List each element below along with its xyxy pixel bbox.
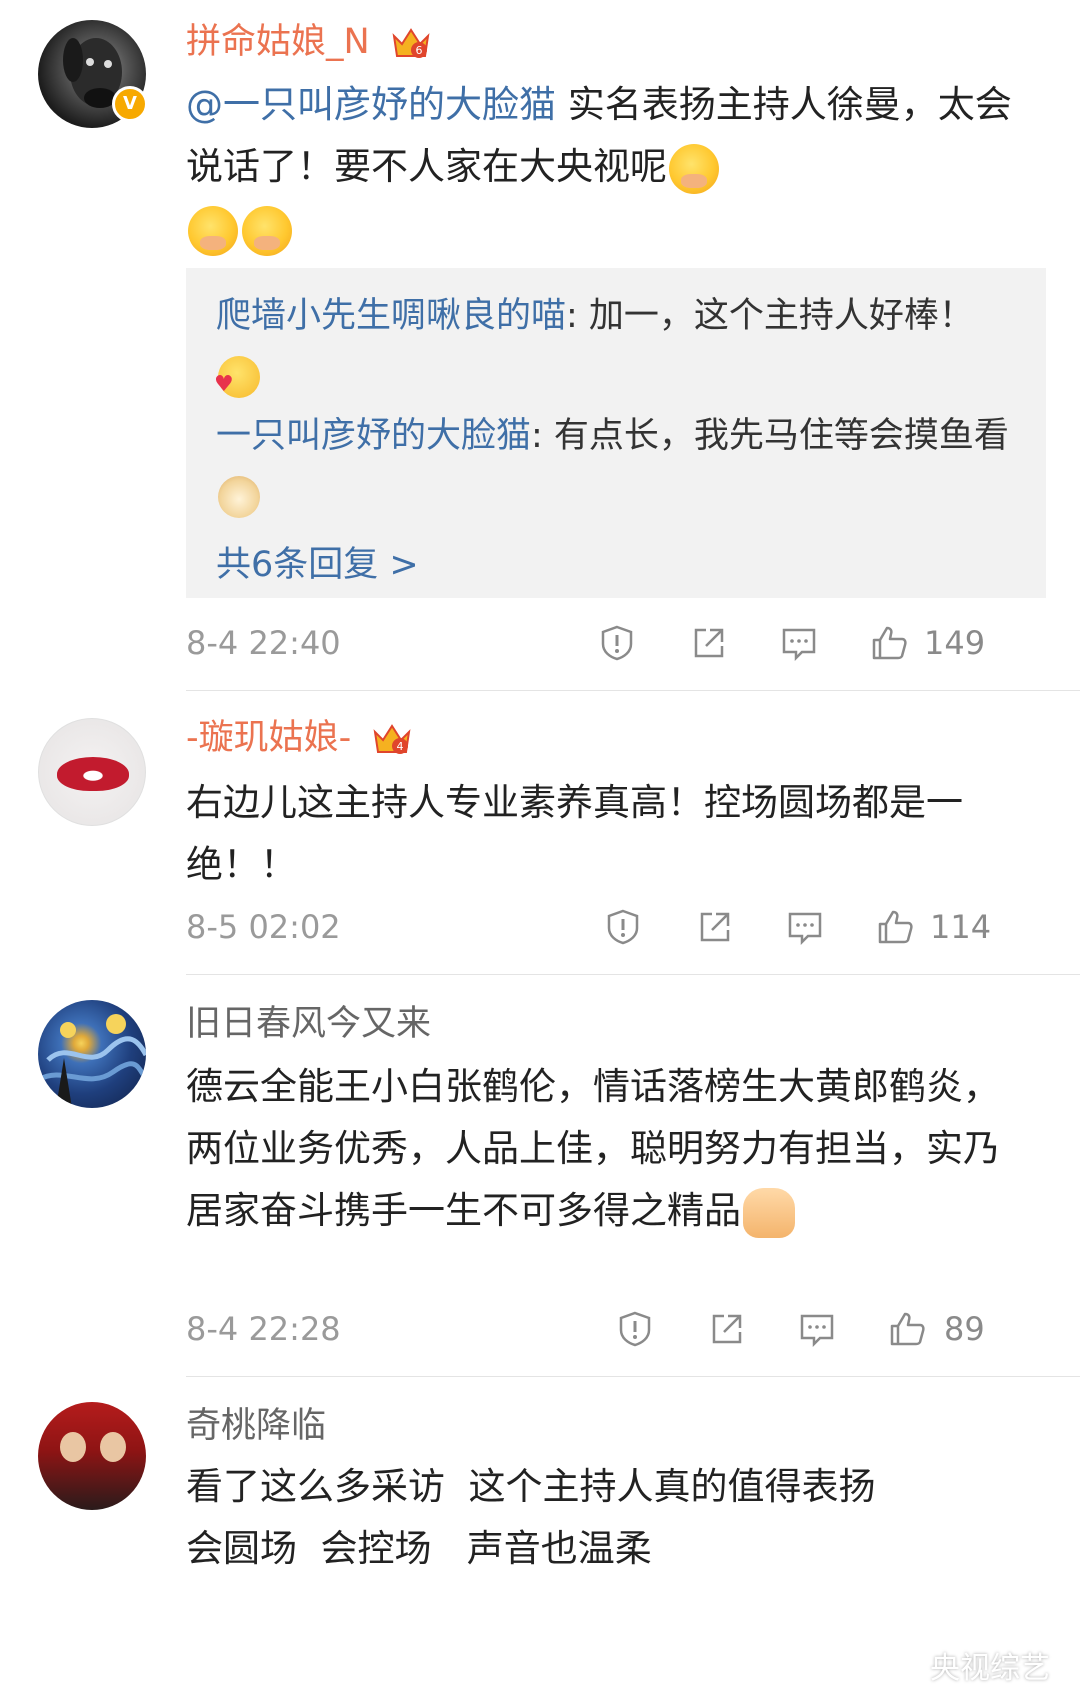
blush-emoji-icon [242,205,292,256]
verified-badge-icon: V [112,86,148,122]
comment-meta: 8-5 02:02 114 [186,902,1046,952]
watermark: 央视综艺 [882,1643,1050,1687]
face-icon [60,1432,86,1462]
timestamp: 8-4 22:28 [186,1310,341,1348]
like-count: 89 [944,1310,985,1348]
share-icon[interactable] [708,1310,746,1348]
wechat-icon [882,1651,922,1679]
avatar[interactable] [38,718,146,826]
comment-text: 德云全能王小白张鹤伦，情话落榜生大黄郎鹤炎，两位业务优秀，人品上佳，聪明努力有担… [186,1056,1016,1242]
divider [186,974,1080,975]
like-icon[interactable] [870,624,908,662]
vip-crown-icon: 4 [372,722,412,756]
like-count: 114 [930,908,992,946]
comment-text: 看了这么多采访 这个主持人真的值得表扬 会圆场 会控场 声音也温柔 [186,1456,1016,1580]
comment-icon[interactable] [786,908,824,946]
more-replies-link[interactable]: 共6条回复 > [216,534,1016,596]
reply-text: : 加一，这个主持人好棒！ [566,296,974,336]
username[interactable]: 奇桃降临 [186,1404,326,1448]
share-icon[interactable] [696,908,734,946]
blush-emoji-icon [669,143,719,194]
comment-body: 德云全能王小白张鹤伦，情话落榜生大黄郎鹤炎，两位业务优秀，人品上佳，聪明努力有担… [186,1065,1000,1232]
avatar[interactable] [38,1000,146,1108]
doge-emoji-icon [218,476,260,518]
report-icon[interactable] [598,624,636,662]
comment-meta: 8-4 22:28 89 [186,1304,1046,1354]
comment-meta: 8-4 22:40 149 [186,618,1046,668]
comment-icon[interactable] [780,624,818,662]
divider [186,690,1080,691]
comment-text: @一只叫彦妤的大脸猫 实名表扬主持人徐曼，太会说话了！要不人家在大央视呢 [186,74,1016,260]
report-icon[interactable] [604,908,642,946]
avatar[interactable] [38,1402,146,1510]
reply-text: : 有点长，我先马住等会摸鱼看 [531,416,1009,456]
watermark-text: 央视综艺 [930,1651,1050,1686]
reply-item[interactable]: 一只叫彦妤的大脸猫: 有点长，我先马住等会摸鱼看 [216,406,1016,526]
report-icon[interactable] [616,1310,654,1348]
username[interactable]: 拼命姑娘_N 6 [186,20,431,64]
kiss-heart-emoji-icon [214,356,260,398]
comment-icon[interactable] [798,1310,836,1348]
comment-line: 看了这么多采访 这个主持人真的值得表扬 [186,1465,876,1508]
svg-text:6: 6 [415,44,422,57]
comment-line: 会圆场 会控场 声音也温柔 [186,1527,652,1570]
username-text[interactable]: -璇玑姑娘- [186,718,351,758]
svg-text:4: 4 [397,740,404,753]
like-icon[interactable] [876,908,914,946]
share-icon[interactable] [690,624,728,662]
blush-emoji-icon [188,205,238,256]
face-icon [100,1432,126,1462]
thumbs-up-emoji-icon [743,1187,795,1238]
timestamp: 8-5 02:02 [186,908,341,946]
mention-link[interactable]: @一只叫彦妤的大脸猫 [186,83,556,126]
reply-box[interactable]: 爬墙小先生啁啾良的喵: 加一，这个主持人好棒！ 一只叫彦妤的大脸猫: 有点长，我… [186,268,1046,598]
reply-item[interactable]: 爬墙小先生啁啾良的喵: 加一，这个主持人好棒！ [214,286,1016,406]
like-count: 149 [924,624,986,662]
username[interactable]: 旧日春风今又来 [186,1002,431,1046]
like-icon[interactable] [888,1310,926,1348]
reply-username[interactable]: 爬墙小先生啁啾良的喵 [216,296,566,336]
timestamp: 8-4 22:40 [186,624,341,662]
username-text[interactable]: 拼命姑娘_N [186,22,370,62]
divider [186,1376,1080,1377]
reply-username[interactable]: 一只叫彦妤的大脸猫 [216,416,531,456]
comment-text: 右边儿这主持人专业素养真高！控场圆场都是一绝！！ [186,781,963,886]
lips-avatar-icon [57,757,129,791]
vip-crown-icon: 6 [391,26,431,60]
username[interactable]: -璇玑姑娘- 4 [186,716,412,760]
starry-night-icon [38,1014,146,1108]
